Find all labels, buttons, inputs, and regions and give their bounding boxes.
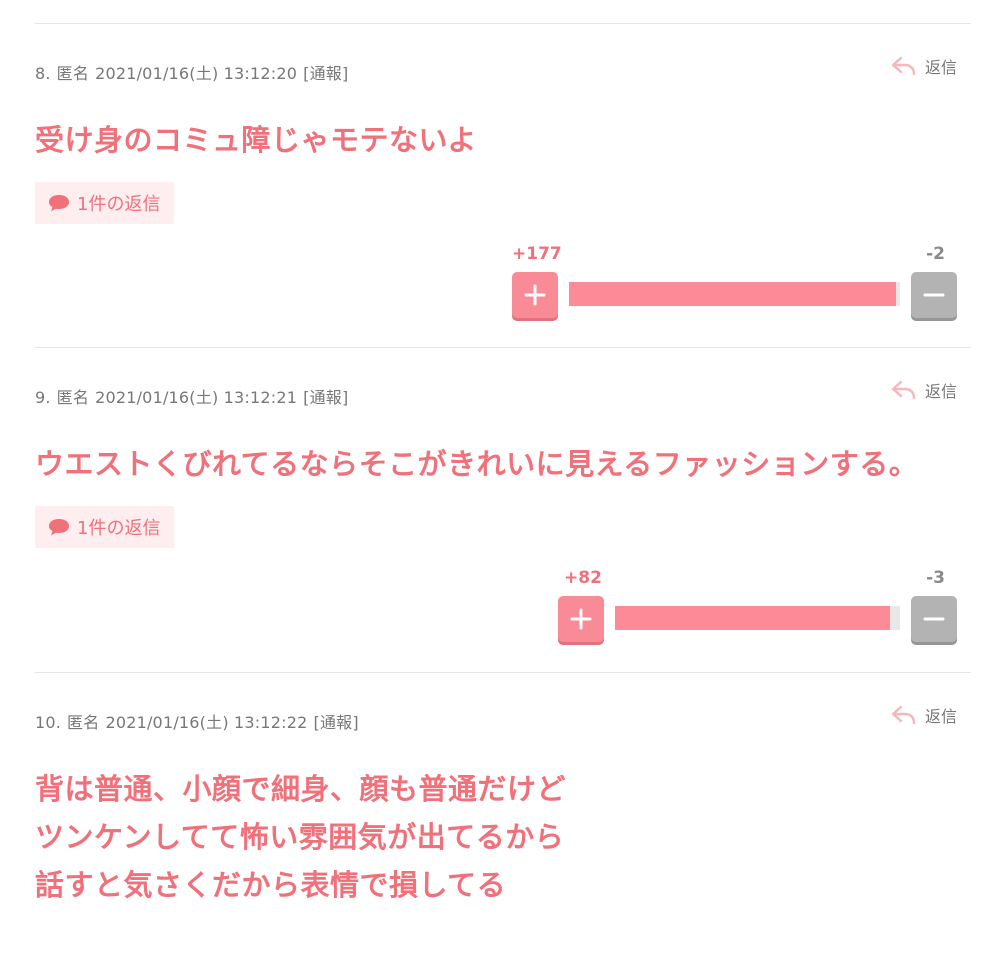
minus-icon [923,293,945,297]
comment-number: 10. [35,713,62,732]
comment-number: 8. [35,64,51,83]
comment-8: 8. 匿名 2021/01/16(土) 13:12:20 [通報] 返信 受け身のコミ… [35,23,971,348]
comment-body-line: 背は普通、小顔で細身、顔も普通だけど [35,772,567,806]
reply-button[interactable]: 返信 [891,703,957,727]
reply-button[interactable]: 返信 [891,54,957,78]
comment-body-line: 受け身のコミュ障じゃモテないよ [35,123,477,157]
plus-icon [570,608,592,630]
plus-count: +177 [512,244,562,264]
reply-arrow-icon [891,705,916,725]
comment-body-line: ウエストくびれてるならそこがきれいに見えるファッションする。 [35,447,919,481]
comment-number: 9. [35,388,51,407]
reply-arrow-icon [891,380,916,400]
reply-button[interactable]: 返信 [891,378,957,402]
comment-author: 匿名 [67,713,100,732]
vote-bar-fill [615,606,890,630]
plus-count: +82 [564,568,602,588]
minus-icon [923,617,945,621]
comment-body: ウエストくびれてるならそこがきれいに見えるファッションする。 [35,440,918,488]
comment-body-line: ツンケンしてて怖い雰囲気が出てるから [35,820,565,854]
reply-count-button[interactable]: 1件の返信 [35,506,175,548]
comment-meta: 9. 匿名 2021/01/16(土) 13:12:21 [通報] [35,384,354,408]
minus-count: -2 [926,244,945,264]
vote-area: +177 -2 [512,242,957,322]
reply-count-label: 1件の返信 [77,194,161,215]
report-link[interactable]: [通報] [303,64,348,83]
vote-bar [569,282,900,306]
plus-button[interactable] [512,272,558,318]
plus-button[interactable] [558,596,604,642]
comment-meta: 8. 匿名 2021/01/16(土) 13:12:20 [通報] [35,60,354,84]
reply-label: 返信 [924,707,957,726]
speech-bubble-icon [49,195,69,212]
reply-label: 返信 [924,382,957,401]
comment-9: 9. 匿名 2021/01/16(土) 13:12:21 [通報] 返信 ウエストくび… [35,347,971,672]
comment-datetime: 2021/01/16(土) 13:12:22 [105,713,308,732]
comment-meta: 10. 匿名 2021/01/16(土) 13:12:22 [通報] [35,709,365,733]
vote-bar-fill [569,282,896,306]
reply-count-button[interactable]: 1件の返信 [35,182,175,224]
comment-body-line: 話すと気さくだから表情で損してる [35,868,507,902]
reply-count-label: 1件の返信 [77,518,161,539]
comment-body: 背は普通、小顔で細身、顔も普通だけど ツンケンしてて怖い雰囲気が出てるから 話す… [35,765,566,909]
reply-arrow-icon [891,56,916,76]
plus-icon [524,284,546,306]
report-link[interactable]: [通報] [303,388,348,407]
reply-label: 返信 [924,58,957,77]
comment-datetime: 2021/01/16(土) 13:12:21 [95,388,298,407]
minus-button[interactable] [911,596,957,642]
minus-count: -3 [926,568,945,588]
report-link[interactable]: [通報] [314,713,359,732]
vote-bar [615,606,900,630]
comment-author: 匿名 [56,64,90,83]
comment-body: 受け身のコミュ障じゃモテないよ [35,116,477,164]
speech-bubble-icon [49,519,69,536]
comment-author: 匿名 [56,388,90,407]
vote-area: +82 -3 [558,566,957,646]
comment-10: 10. 匿名 2021/01/16(土) 13:12:22 [通報] 返信 背は普通、… [35,672,971,973]
minus-button[interactable] [911,272,957,318]
comment-datetime: 2021/01/16(土) 13:12:20 [95,64,298,83]
